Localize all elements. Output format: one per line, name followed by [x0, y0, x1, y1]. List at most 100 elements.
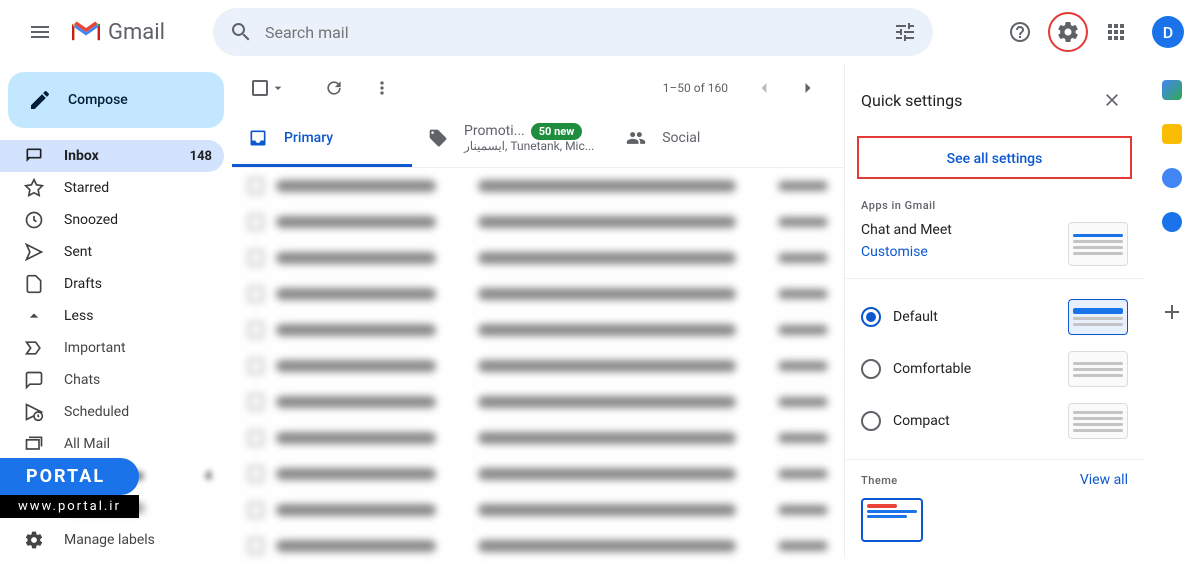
- mail-row[interactable]: [232, 492, 844, 528]
- apps-grid-icon: [1104, 20, 1128, 44]
- hamburger-icon: [28, 20, 52, 44]
- density-preview-compact: [1068, 403, 1128, 439]
- refresh-icon: [324, 78, 344, 98]
- sidebar-item-starred[interactable]: Starred: [0, 172, 224, 204]
- density-label: Comfortable: [893, 361, 971, 377]
- apps-section-title: Apps in Gmail: [861, 199, 1128, 212]
- sidebar-item-label: Less: [64, 308, 93, 324]
- account-avatar[interactable]: D: [1152, 16, 1184, 48]
- watermark-url: www.portal.ir: [0, 495, 139, 518]
- theme-title: Theme: [861, 474, 898, 487]
- header-actions: D: [1000, 12, 1184, 52]
- mail-row[interactable]: [232, 168, 844, 204]
- page-info: 1–50 of 160: [663, 81, 728, 95]
- chevron-up-icon: [24, 306, 44, 326]
- mail-row[interactable]: [232, 204, 844, 240]
- density-default[interactable]: Default: [861, 291, 1128, 343]
- mail-row[interactable]: [232, 384, 844, 420]
- sidebar-item-label: All Mail: [64, 436, 110, 452]
- density-preview-default: [1068, 299, 1128, 335]
- mail-row[interactable]: [232, 276, 844, 312]
- gmail-logo[interactable]: Gmail: [72, 20, 165, 45]
- important-icon: [24, 338, 44, 358]
- mail-list: [232, 168, 844, 564]
- sidebar-item-allmail[interactable]: All Mail: [0, 428, 224, 460]
- apps-button[interactable]: [1096, 12, 1136, 52]
- radio-icon: [861, 359, 881, 379]
- apps-preview: [1068, 222, 1128, 266]
- sidebar-item-label: Starred: [64, 180, 109, 196]
- sidebar-item-label: Manage labels: [64, 532, 155, 548]
- tab-social[interactable]: Social: [610, 112, 790, 167]
- sidebar-item-sent[interactable]: Sent: [0, 236, 224, 268]
- tune-icon[interactable]: [893, 20, 917, 44]
- search-bar[interactable]: [213, 8, 933, 56]
- gear-icon: [1056, 20, 1080, 44]
- inbox-count: 148: [190, 149, 212, 164]
- sidebar-item-manage-labels[interactable]: Manage labels: [0, 524, 224, 556]
- compose-label: Compose: [68, 92, 128, 108]
- sidebar-item-label: Drafts: [64, 276, 102, 292]
- density-compact[interactable]: Compact: [861, 395, 1128, 447]
- see-all-settings-button[interactable]: See all settings: [857, 136, 1132, 179]
- close-icon: [1102, 90, 1122, 110]
- watermark-overlay: PORTAL www.portal.ir: [0, 458, 139, 518]
- promotions-sublabel: ایسمینار, Tunetank, Mic...: [464, 139, 594, 153]
- sidebar-item-snoozed[interactable]: Snoozed: [0, 204, 224, 236]
- chevron-left-icon: [754, 78, 774, 98]
- customise-link[interactable]: Customise: [861, 244, 952, 260]
- tab-label: Promoti...: [464, 123, 525, 139]
- compose-button[interactable]: Compose: [8, 72, 224, 128]
- mail-row[interactable]: [232, 456, 844, 492]
- schedule-icon: [24, 402, 44, 422]
- category-tabs: Primary Promoti...50 new ایسمینار, Tunet…: [232, 112, 844, 168]
- theme-section: Theme View all: [845, 460, 1144, 554]
- tasks-app-button[interactable]: [1162, 168, 1182, 188]
- close-quick-settings-button[interactable]: [1096, 84, 1128, 116]
- sidebar-item-label: Snoozed: [64, 212, 118, 228]
- chevron-down-icon: [270, 80, 286, 96]
- sidebar-item-label: Important: [64, 340, 126, 356]
- contacts-app-button[interactable]: [1162, 212, 1182, 232]
- select-all-checkbox[interactable]: [248, 76, 290, 100]
- main-menu-button[interactable]: [16, 8, 64, 56]
- refresh-button[interactable]: [314, 68, 354, 108]
- mail-row[interactable]: [232, 312, 844, 348]
- tab-promotions[interactable]: Promoti...50 new ایسمینار, Tunetank, Mic…: [412, 112, 610, 167]
- sidebar-item-scheduled[interactable]: Scheduled: [0, 396, 224, 428]
- mail-row[interactable]: [232, 528, 844, 564]
- sidebar-item-chats[interactable]: Chats: [0, 364, 224, 396]
- mail-row[interactable]: [232, 348, 844, 384]
- more-button[interactable]: [362, 68, 402, 108]
- quick-settings-panel: Quick settings See all settings Apps in …: [844, 64, 1144, 558]
- chat-icon: [24, 370, 44, 390]
- app-header: Gmail D: [0, 0, 1200, 64]
- calendar-app-button[interactable]: [1162, 80, 1182, 100]
- keep-app-button[interactable]: [1162, 124, 1182, 144]
- mail-toolbar: 1–50 of 160: [232, 64, 844, 112]
- next-page-button[interactable]: [788, 68, 828, 108]
- sidebar-item-inbox[interactable]: Inbox 148: [0, 140, 224, 172]
- sidebar-item-label: Sent: [64, 244, 92, 260]
- density-comfortable[interactable]: Comfortable: [861, 343, 1128, 395]
- pencil-icon: [28, 88, 52, 112]
- mail-row[interactable]: [232, 420, 844, 456]
- add-app-button[interactable]: [1160, 300, 1184, 324]
- search-input[interactable]: [265, 23, 881, 42]
- mail-row[interactable]: [232, 240, 844, 276]
- prev-page-button[interactable]: [744, 68, 784, 108]
- view-all-themes-link[interactable]: View all: [1080, 472, 1128, 488]
- clock-icon: [24, 210, 44, 230]
- theme-thumbnail[interactable]: [861, 498, 923, 542]
- file-icon: [24, 274, 44, 294]
- help-button[interactable]: [1000, 12, 1040, 52]
- chevron-right-icon: [798, 78, 818, 98]
- sidebar-item-drafts[interactable]: Drafts: [0, 268, 224, 300]
- gear-icon: [24, 530, 44, 550]
- sidebar-item-less[interactable]: Less: [0, 300, 224, 332]
- quick-settings-title: Quick settings: [861, 91, 1096, 110]
- settings-button[interactable]: [1048, 12, 1088, 52]
- sidebar-item-important[interactable]: Important: [0, 332, 224, 364]
- search-icon: [229, 20, 253, 44]
- tab-primary[interactable]: Primary: [232, 112, 412, 167]
